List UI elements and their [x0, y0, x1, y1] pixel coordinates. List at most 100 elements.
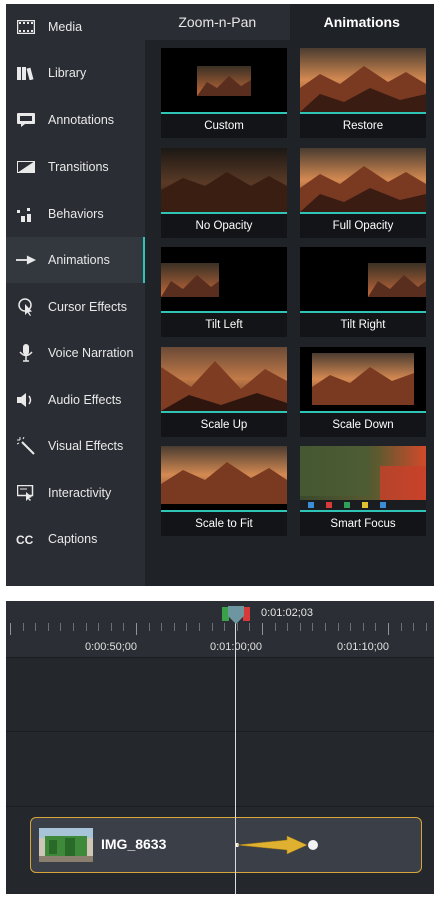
timeline-panel: 0:00:50;00 0:01:00;00 0:01:10;00 IMG_863… [6, 601, 434, 894]
ruler-tick [375, 623, 377, 631]
time-label: 0:01:10;00 [337, 641, 389, 653]
sidebar-item-annotations[interactable]: Annotations [6, 97, 145, 143]
time-label: 0:01:00;00 [210, 641, 262, 653]
ruler-tick [274, 623, 276, 631]
ruler-tick [47, 623, 49, 631]
time-ruler[interactable]: 0:00:50;00 0:01:00;00 0:01:10;00 [6, 601, 434, 657]
sidebar-item-label: Animations [48, 253, 110, 267]
ruler-tick [350, 623, 352, 631]
tile-label: Smart Focus [330, 518, 396, 530]
interactivity-icon [16, 483, 36, 503]
track-separator [6, 657, 434, 658]
sidebar-item-label: Behaviors [48, 207, 104, 221]
speech-bubble-icon [16, 110, 36, 130]
ruler-tick [10, 623, 11, 635]
ruler-tick [400, 623, 402, 631]
sidebar-item-cursor-effects[interactable]: Cursor Effects [6, 284, 145, 330]
tile-thumbnail [300, 148, 426, 212]
sidebar-item-label: Transitions [48, 160, 109, 174]
sidebar-item-visual-effects[interactable]: Visual Effects [6, 423, 145, 469]
sidebar-item-voice-narration[interactable]: Voice Narration [6, 330, 145, 376]
track-separator [6, 806, 434, 807]
animations-content: Zoom-n-Pan Animations Custom Restore No … [145, 4, 434, 586]
sidebar-item-label: Captions [48, 532, 98, 546]
ruler-tick [110, 623, 112, 631]
animation-tile-tilt-left[interactable]: Tilt Left [161, 247, 287, 337]
sidebar-item-audio-effects[interactable]: Audio Effects [6, 377, 145, 423]
ruler-tick [362, 623, 364, 631]
tab-animations[interactable]: Animations [289, 4, 434, 40]
magic-wand-icon [16, 436, 36, 456]
arrow-right-icon [16, 250, 36, 270]
ruler-tick [388, 623, 389, 635]
ruler-tick [199, 623, 200, 631]
sidebar-item-label: Annotations [48, 113, 115, 127]
tile-thumbnail [300, 446, 426, 510]
tile-accent-bar [300, 311, 426, 313]
cursor-icon [16, 297, 36, 317]
sidebar-item-label: Interactivity [48, 486, 112, 500]
tile-accent-bar [161, 411, 287, 413]
ruler-tick [123, 623, 125, 631]
tile-accent-bar [161, 112, 287, 114]
animation-tile-custom[interactable]: Custom [161, 48, 287, 138]
ruler-tick [413, 623, 415, 631]
tile-accent-bar [300, 510, 426, 512]
animation-tile-tilt-right[interactable]: Tilt Right [300, 247, 426, 337]
animation-tile-scale-down[interactable]: Scale Down [300, 347, 426, 437]
sidebar-item-label: Media [48, 20, 83, 34]
behaviors-icon [16, 204, 36, 224]
tile-thumbnail [161, 148, 287, 212]
animation-tile-scale-up[interactable]: Scale Up [161, 347, 287, 437]
tile-accent-bar [161, 311, 287, 313]
tile-label: Tilt Left [205, 319, 243, 331]
ruler-ticks [6, 623, 434, 635]
sidebar-item-behaviors[interactable]: Behaviors [6, 191, 145, 237]
animation-tile-scale-to-fit[interactable]: Scale to Fit [161, 446, 287, 536]
playhead-time: 0:01:02;03 [261, 607, 313, 619]
tile-label: Full Opacity [332, 220, 394, 232]
sidebar-item-label: Library [48, 66, 87, 80]
playhead-handle[interactable] [222, 606, 250, 626]
ruler-tick [186, 623, 188, 631]
tile-thumbnail [300, 347, 426, 411]
tile-label: No Opacity [195, 220, 253, 232]
animation-arrow[interactable] [231, 834, 321, 858]
microphone-icon [16, 343, 36, 363]
animation-tile-smart-focus[interactable]: Smart Focus [300, 446, 426, 536]
animation-tile-full-opacity[interactable]: Full Opacity [300, 148, 426, 238]
sidebar-item-media[interactable]: Media [6, 4, 145, 50]
ruler-tick [60, 623, 62, 631]
tools-sidebar: Media Library Annotations Transitions Be [6, 4, 145, 586]
ruler-tick [98, 623, 100, 631]
tile-thumbnail [300, 247, 426, 311]
animation-tile-restore[interactable]: Restore [300, 48, 426, 138]
sidebar-item-captions[interactable]: CC Captions [6, 516, 145, 562]
sidebar-item-transitions[interactable]: Transitions [6, 144, 145, 190]
ruler-tick [22, 623, 24, 631]
ruler-tick [148, 623, 150, 631]
media-clip[interactable]: IMG_8633 [30, 817, 422, 873]
film-strip-icon [16, 17, 36, 37]
cc-icon: CC [16, 529, 36, 549]
ruler-tick [73, 623, 74, 631]
ruler-tick [425, 623, 427, 631]
time-label: 0:00:50;00 [85, 641, 137, 653]
tile-label: Restore [342, 120, 384, 132]
tile-thumbnail [161, 446, 287, 510]
tile-thumbnail [161, 48, 287, 112]
animation-tile-no-opacity[interactable]: No Opacity [161, 148, 287, 238]
books-icon [16, 63, 36, 83]
tile-accent-bar [161, 212, 287, 214]
sidebar-item-interactivity[interactable]: Interactivity [6, 470, 145, 516]
sidebar-item-library[interactable]: Library [6, 50, 145, 96]
playhead-line [235, 619, 236, 894]
tab-bar: Zoom-n-Pan Animations [145, 4, 434, 40]
tab-zoom-n-pan[interactable]: Zoom-n-Pan [145, 4, 290, 40]
sidebar-item-animations[interactable]: Animations [6, 237, 145, 283]
tile-label: Scale Up [200, 419, 248, 431]
ruler-tick [85, 623, 87, 631]
track-separator [6, 731, 434, 732]
ruler-tick [35, 623, 37, 631]
tile-label: Scale to Fit [195, 518, 253, 530]
